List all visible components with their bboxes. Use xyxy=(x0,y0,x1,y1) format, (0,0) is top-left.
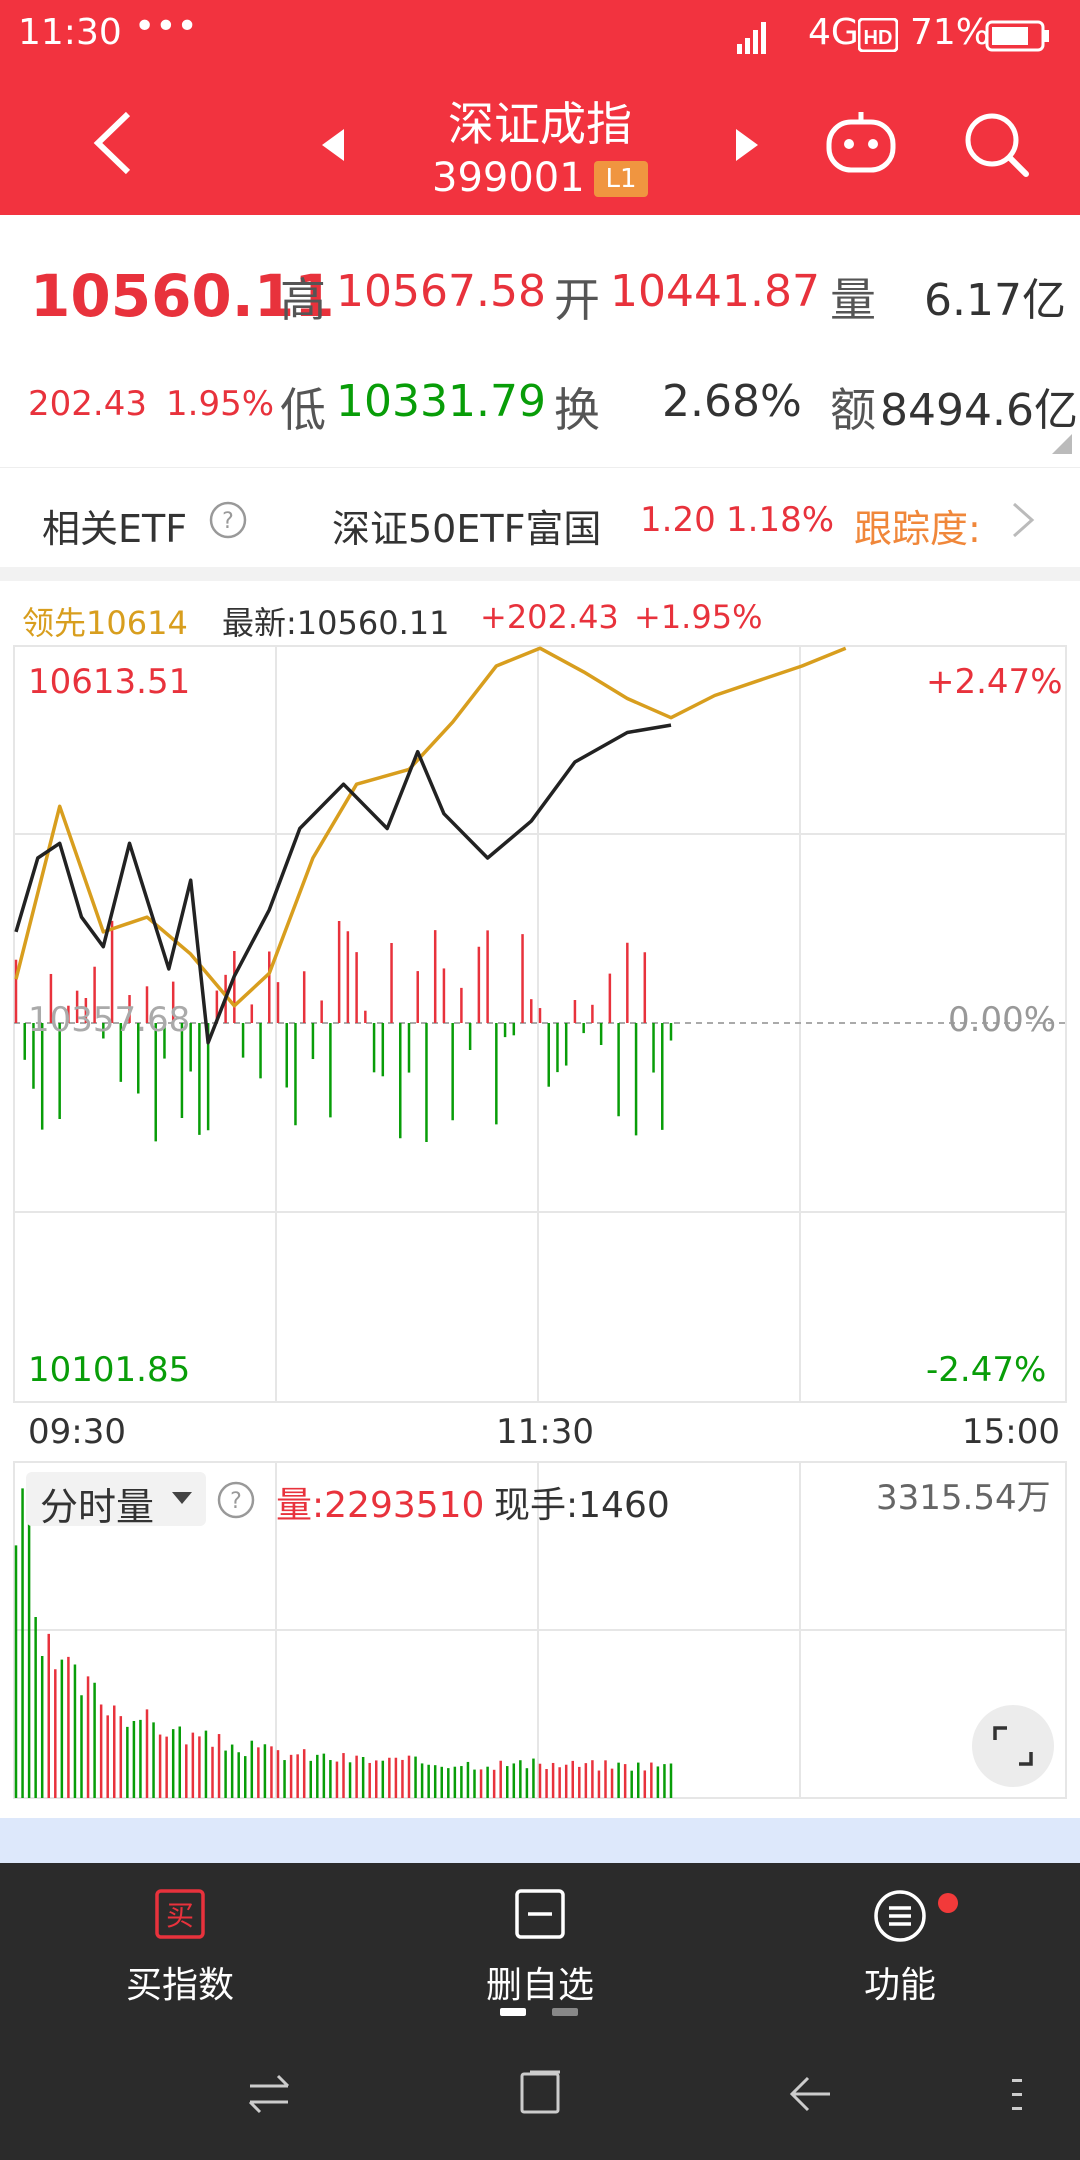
change-pct: 1.95% xyxy=(166,384,275,424)
nav-functions-label: 功能 xyxy=(863,1965,936,2006)
etf-pct: 1.18% xyxy=(726,500,835,540)
volume-total: 量:2293510 xyxy=(276,1485,485,1526)
etf-label: 相关ETF xyxy=(42,507,188,551)
switch-app-icon[interactable] xyxy=(244,2068,296,2120)
open-label: 开 xyxy=(554,273,600,327)
status-time: 11:30 xyxy=(18,12,122,53)
volume-help-icon[interactable]: ? xyxy=(216,1480,256,1520)
nav-buy-index[interactable]: 买 买指数 xyxy=(80,1888,280,2008)
next-stock-icon[interactable] xyxy=(732,125,762,165)
fullscreen-icon xyxy=(993,1726,1033,1766)
current-hand: 现手:1460 xyxy=(494,1485,670,1526)
amount-label: 额 xyxy=(830,383,876,437)
x-start-label: 09:30 xyxy=(28,1412,126,1452)
app-screen: 11:30 ••• 4G HD 71% 深证成指 399001 L1 10560… xyxy=(0,0,1080,2160)
buy-icon-char: 买 xyxy=(166,1899,194,1932)
volume-max-label: 3315.54万 xyxy=(876,1478,1051,1518)
svg-text:?: ? xyxy=(230,1489,242,1514)
battery-icon xyxy=(985,20,1049,52)
hd-icon: HD xyxy=(858,18,898,52)
section-divider xyxy=(0,567,1080,581)
nav-functions[interactable]: 功能 xyxy=(800,1888,1000,2008)
svg-text:HD: HD xyxy=(864,27,893,49)
status-more-icon: ••• xyxy=(134,6,198,47)
open-value: 10441.87 xyxy=(610,266,820,317)
menu-icon xyxy=(874,1890,926,1942)
amount-value: 8494.6亿 xyxy=(880,385,1078,436)
svg-text:?: ? xyxy=(222,509,234,534)
page-title: 深证成指 xyxy=(448,97,632,151)
fullscreen-button[interactable] xyxy=(972,1705,1054,1787)
volume-bars xyxy=(14,1488,673,1798)
related-etf-row[interactable]: 相关ETF ? 深证50ETF富国 1.20 1.18% 跟踪度: xyxy=(0,467,1080,567)
volume-selector[interactable]: 分时量 xyxy=(26,1472,206,1529)
latest-price-line xyxy=(14,723,672,1045)
change-value: 202.43 xyxy=(28,384,147,424)
high-value: 10567.58 xyxy=(336,266,546,317)
more-menu-icon[interactable] xyxy=(1008,2073,1028,2117)
page-indicator-active xyxy=(500,2008,526,2016)
y-top-label: 10613.51 xyxy=(28,662,191,702)
chart-grid xyxy=(13,645,1067,1799)
volume-selector-label: 分时量 xyxy=(40,1485,155,1529)
x-mid-label: 11:30 xyxy=(496,1412,594,1452)
status-battery-text: 71% xyxy=(910,12,991,53)
intraday-chart[interactable] xyxy=(0,640,1080,1818)
latest-legend: 最新:10560.11 xyxy=(222,604,450,642)
bottom-nav: 买 买指数 删自选 功能 xyxy=(0,1863,1080,2160)
nav-remove-label: 删自选 xyxy=(485,1965,594,2006)
volume-label: 量 xyxy=(830,273,876,327)
high-label: 高 xyxy=(280,273,326,327)
signal-icon xyxy=(737,22,766,54)
pct-legend: +1.95% xyxy=(634,598,763,636)
promo-strip xyxy=(0,1818,1080,1863)
y-bottom-label: 10101.85 xyxy=(28,1350,191,1390)
nav-back-icon[interactable] xyxy=(784,2068,836,2120)
home-icon[interactable] xyxy=(514,2066,566,2118)
level-badge: L1 xyxy=(594,161,648,197)
nav-remove-watchlist[interactable]: 删自选 xyxy=(440,1888,640,2008)
remove-watchlist-icon xyxy=(515,1889,565,1939)
y-mid-pct-label: 0.00% xyxy=(948,1000,1057,1040)
volume-value: 6.17亿 xyxy=(924,275,1066,326)
stock-code: 399001 xyxy=(432,155,585,201)
etf-name: 深证50ETF富国 xyxy=(332,507,602,551)
etf-price: 1.20 xyxy=(640,500,716,540)
nav-buy-label: 买指数 xyxy=(125,1965,234,2006)
y-top-pct-label: +2.47% xyxy=(926,662,1063,702)
low-value: 10331.79 xyxy=(336,376,546,427)
x-end-label: 15:00 xyxy=(962,1412,1060,1452)
header-bar: 11:30 ••• 4G HD 71% 深证成指 399001 L1 xyxy=(0,0,1080,215)
y-mid-label: 10357.68 xyxy=(28,1000,191,1040)
page-indicator xyxy=(552,2008,578,2016)
leader-legend: 领先10614 xyxy=(22,604,188,642)
help-icon[interactable]: ? xyxy=(208,500,248,540)
dropdown-arrow-icon xyxy=(172,1492,192,1504)
turnover-value: 2.68% xyxy=(662,376,802,427)
tracking-label: 跟踪度: xyxy=(854,507,981,551)
search-icon[interactable] xyxy=(962,110,1032,180)
expand-corner-icon[interactable] xyxy=(1052,434,1072,454)
change-legend: +202.43 xyxy=(480,598,619,636)
turnover-label: 换 xyxy=(554,383,600,437)
low-label: 低 xyxy=(280,383,326,437)
robot-assistant-icon[interactable] xyxy=(823,108,899,178)
buy-icon: 买 xyxy=(155,1889,205,1939)
status-network: 4G xyxy=(808,12,859,53)
notification-dot xyxy=(938,1893,958,1913)
y-bottom-pct-label: -2.47% xyxy=(926,1350,1047,1390)
price-lines xyxy=(14,646,847,1045)
chevron-right-icon[interactable] xyxy=(1008,500,1038,540)
